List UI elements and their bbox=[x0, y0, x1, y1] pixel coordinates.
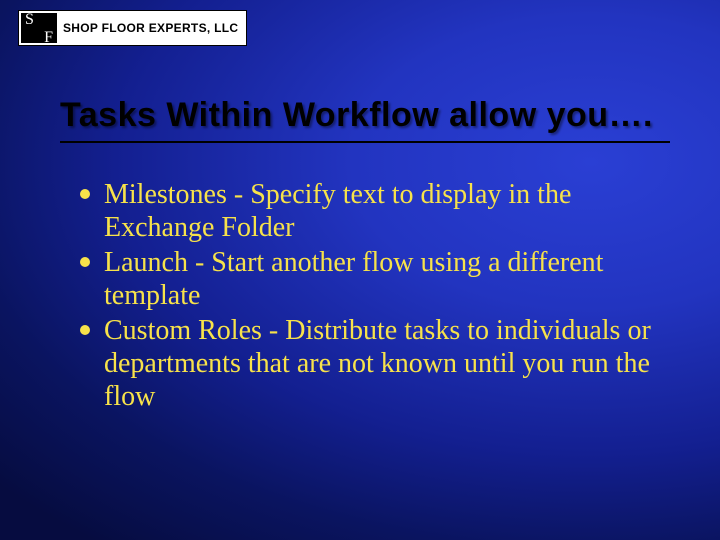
company-name: SHOP FLOOR EXPERTS, LLC bbox=[63, 21, 238, 35]
bullet-text: Launch - Start another flow using a diff… bbox=[104, 247, 603, 311]
bullet-list: Milestones - Specify text to display in … bbox=[78, 178, 660, 413]
title-container: Tasks Within Workflow allow you…. bbox=[60, 96, 670, 143]
bullet-text: Milestones - Specify text to display in … bbox=[104, 179, 571, 243]
company-logo: S F SHOP FLOOR EXPERTS, LLC bbox=[18, 10, 247, 46]
logo-mark-icon: S F bbox=[21, 13, 57, 43]
slide-body: Milestones - Specify text to display in … bbox=[78, 178, 660, 415]
bullet-text: Custom Roles - Distribute tasks to indiv… bbox=[104, 315, 651, 412]
logo-initial-f: F bbox=[44, 32, 53, 44]
list-item: Custom Roles - Distribute tasks to indiv… bbox=[78, 314, 660, 413]
slide-title: Tasks Within Workflow allow you…. bbox=[60, 96, 670, 135]
logo-initial-s: S bbox=[25, 14, 34, 26]
list-item: Launch - Start another flow using a diff… bbox=[78, 246, 660, 312]
list-item: Milestones - Specify text to display in … bbox=[78, 178, 660, 244]
slide: S F SHOP FLOOR EXPERTS, LLC Tasks Within… bbox=[0, 0, 720, 540]
